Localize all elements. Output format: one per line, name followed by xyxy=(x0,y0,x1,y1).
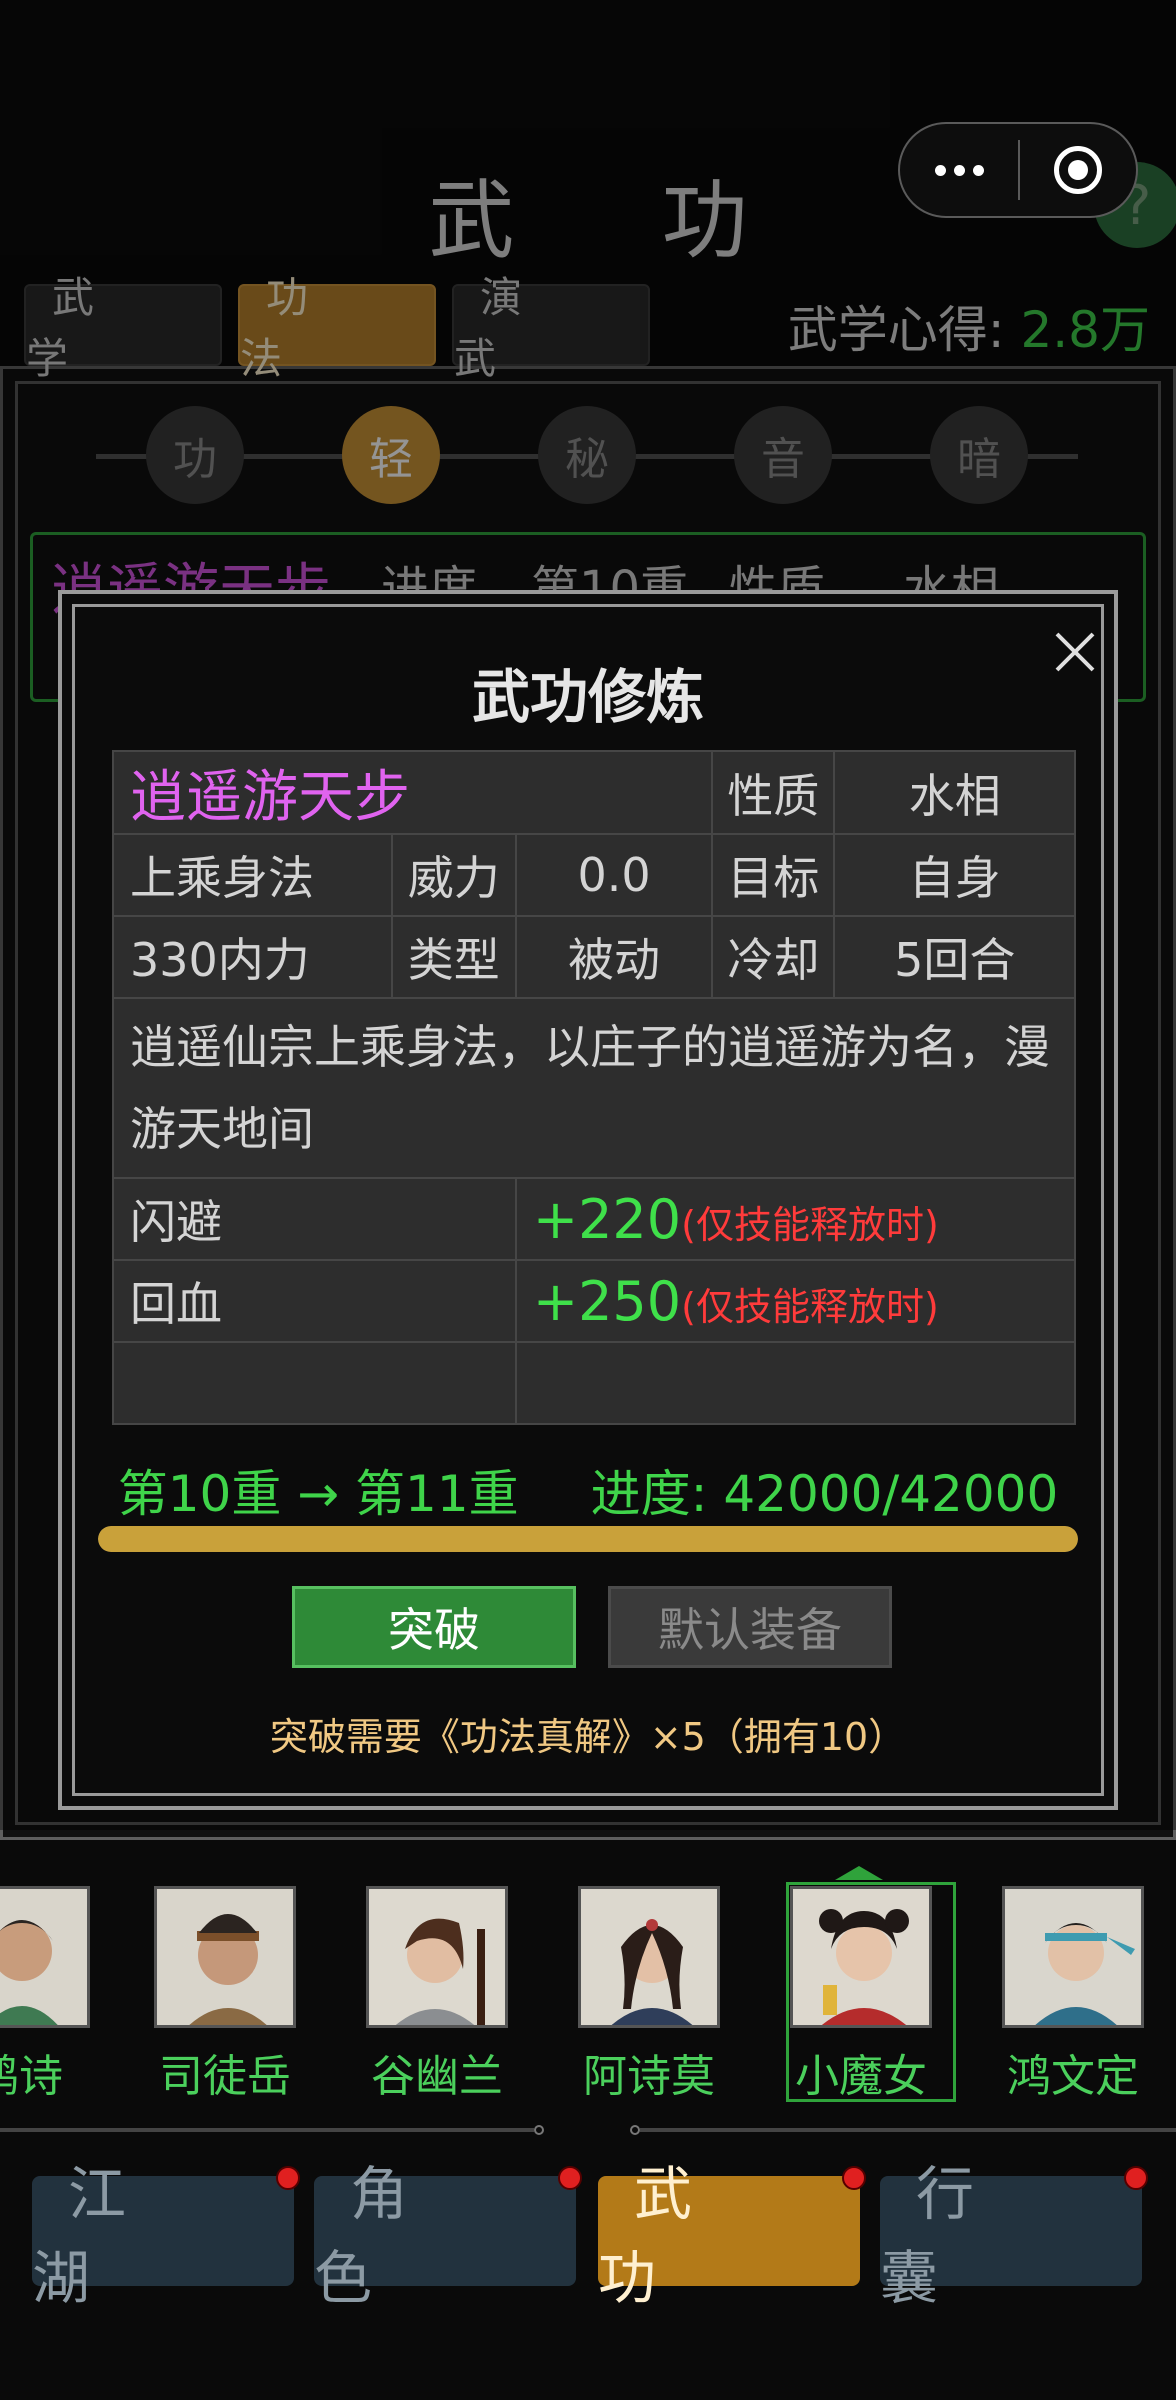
character-name: 谷幽兰 xyxy=(371,2051,503,2102)
breakthrough-requirement: 突破需要《功法真解》×5（拥有10） xyxy=(269,1715,907,1759)
avatar xyxy=(366,1886,508,2028)
bottom-nav: 江 湖 角 色 武 功 行 囊 xyxy=(32,2160,1148,2312)
empty-cell xyxy=(514,1341,1077,1425)
badge-dot-icon xyxy=(558,2166,582,2190)
nav-jianghu[interactable]: 江 湖 xyxy=(32,2160,300,2312)
skill-detail-table: 逍遥游天步 性质 水相 上乘身法 威力 0.0 目标 自身 330内力 类型 被… xyxy=(111,750,1077,1425)
type-label: 类型 xyxy=(390,915,517,999)
training-dialog: 武功修炼 逍遥游天步 性质 水相 上乘身法 威力 0.0 目标 自身 330内力 xyxy=(58,590,1118,1810)
type-value: 被动 xyxy=(514,915,714,999)
miniprogram-capsule xyxy=(898,122,1138,218)
level-transition: 第10重 → 第11重 xyxy=(118,1465,519,1523)
close-miniprogram-icon[interactable] xyxy=(1020,146,1136,194)
avatar xyxy=(1002,1886,1144,2028)
character-item[interactable]: 鸿文定 xyxy=(988,1870,1158,2104)
scrollbar-handle[interactable] xyxy=(534,2122,640,2138)
character-item[interactable]: 鸿诗 xyxy=(0,1870,104,2104)
arrow-icon: → xyxy=(297,1465,340,1523)
progress-bar-fill xyxy=(98,1526,1078,1552)
bonus-attr: 回血 xyxy=(112,1259,517,1343)
bonus-attr: 闪避 xyxy=(112,1177,517,1261)
level-to: 第11重 xyxy=(355,1465,519,1523)
character-item-selected[interactable]: 小魔女 xyxy=(776,1870,956,2104)
character-name: 阿诗莫 xyxy=(583,2051,715,2102)
table-row: 闪避 +220(仅技能释放时) xyxy=(112,1177,1077,1261)
character-item[interactable]: 谷幽兰 xyxy=(352,1870,522,2104)
character-item[interactable]: 司徒岳 xyxy=(140,1870,310,2104)
avatar xyxy=(154,1886,296,2028)
more-icon[interactable] xyxy=(900,164,1018,176)
avatar xyxy=(578,1886,720,2028)
nav-juese[interactable]: 角 色 xyxy=(314,2160,582,2312)
badge-dot-icon xyxy=(1124,2166,1148,2190)
nav-wugong[interactable]: 武 功 xyxy=(598,2160,866,2312)
empty-cell xyxy=(112,1341,517,1425)
selection-arrow-icon xyxy=(835,1866,883,1880)
detail-skill-name: 逍遥游天步 xyxy=(111,750,714,835)
cost-value: 330内力 xyxy=(112,915,393,999)
target-value: 自身 xyxy=(833,833,1076,917)
default-equip-button[interactable]: 默认装备 xyxy=(608,1586,892,1668)
nav-label: 行 囊 xyxy=(880,2160,1011,2312)
nav-xingnang[interactable]: 行 囊 xyxy=(880,2160,1148,2312)
character-name: 鸿诗 xyxy=(0,2051,63,2102)
power-label: 威力 xyxy=(390,833,517,917)
rank-value: 上乘身法 xyxy=(112,833,393,917)
cooldown-label: 冷却 xyxy=(711,915,836,999)
nature-label: 性质 xyxy=(711,750,836,835)
badge-dot-icon xyxy=(276,2166,300,2190)
table-row: 330内力 类型 被动 冷却 5回合 xyxy=(112,915,1076,999)
character-name: 鸿文定 xyxy=(1007,2051,1139,2102)
bonus-cell: +250(仅技能释放时) xyxy=(514,1259,1077,1343)
nav-label: 江 湖 xyxy=(32,2160,163,2312)
nav-label: 武 功 xyxy=(598,2160,729,2312)
bonus-note: (仅技能释放时) xyxy=(681,1284,939,1329)
nav-label: 角 色 xyxy=(314,2160,445,2312)
progress-value: 进度: 42000/42000 xyxy=(590,1465,1059,1523)
level-progress: 第10重 → 第11重 进度: 42000/42000 xyxy=(62,1454,1114,1526)
cooldown-value: 5回合 xyxy=(833,915,1076,999)
progress-bar xyxy=(98,1526,1078,1552)
page: ? 武 功 武 学 功 法 演 武 武学心得: 2.8万 功 轻 秘 音 暗 逍… xyxy=(0,0,1176,2400)
breakthrough-button[interactable]: 突破 xyxy=(292,1586,576,1668)
badge-dot-icon xyxy=(842,2166,866,2190)
skill-description: 逍遥仙宗上乘身法，以庄子的逍遥游为名，漫游天地间 xyxy=(130,1020,1050,1156)
power-value: 0.0 xyxy=(514,833,714,917)
close-icon[interactable] xyxy=(1047,624,1103,680)
table-row: 逍遥仙宗上乘身法，以庄子的逍遥游为名，漫游天地间 xyxy=(112,997,1076,1179)
table-row xyxy=(112,1341,1077,1425)
character-list: 鸿诗 司徒岳 谷幽兰 阿诗莫 小魔女 xyxy=(0,1870,1176,2110)
avatar xyxy=(0,1886,90,2028)
nature-value: 水相 xyxy=(833,750,1076,835)
description-cell: 逍遥仙宗上乘身法，以庄子的逍遥游为名，漫游天地间 xyxy=(112,997,1076,1179)
table-row: 上乘身法 威力 0.0 目标 自身 xyxy=(112,833,1076,917)
character-item[interactable]: 阿诗莫 xyxy=(564,1870,734,2104)
avatar xyxy=(790,1886,932,2028)
bonus-value: +220 xyxy=(532,1187,682,1251)
bonus-value: +250 xyxy=(532,1269,682,1333)
table-row: 逍遥游天步 性质 水相 xyxy=(111,750,1076,835)
bonus-cell: +220(仅技能释放时) xyxy=(514,1177,1077,1261)
level-from: 第10重 xyxy=(117,1465,282,1523)
character-name: 司徒岳 xyxy=(159,2051,291,2102)
table-row: 回血 +250(仅技能释放时) xyxy=(112,1259,1077,1343)
target-label: 目标 xyxy=(711,833,836,917)
dialog-title: 武功修炼 xyxy=(471,663,704,731)
bonus-note: (仅技能释放时) xyxy=(681,1202,939,1247)
